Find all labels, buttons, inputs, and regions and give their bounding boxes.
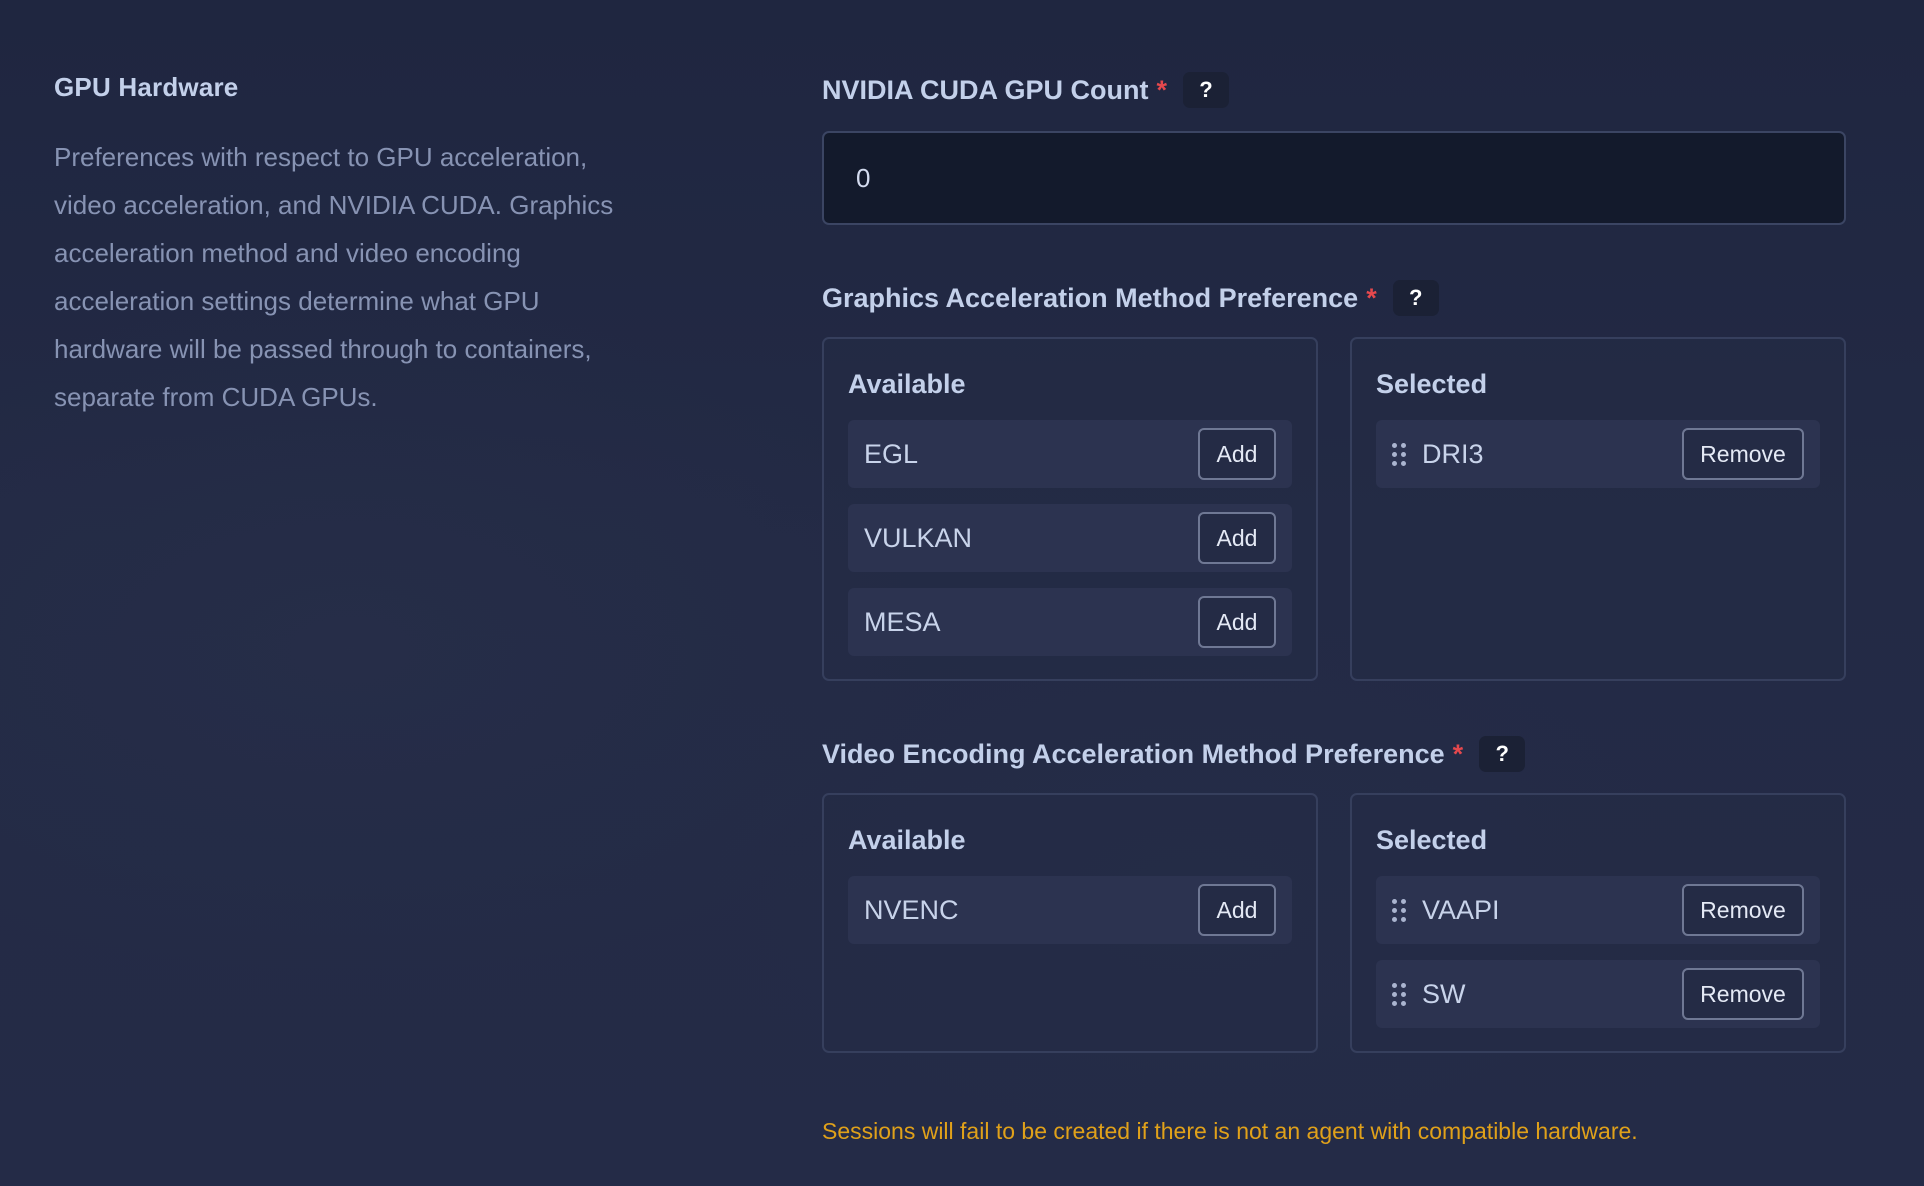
remove-button[interactable]: Remove xyxy=(1682,884,1804,936)
list-item: NVENC Add xyxy=(848,876,1292,944)
section-description: Preferences with respect to GPU accelera… xyxy=(54,142,614,412)
list-item[interactable]: SW Remove xyxy=(1376,960,1820,1028)
gpu-hardware-settings: GPU Hardware Preferences with respect to… xyxy=(0,0,1924,1186)
selected-title: Selected xyxy=(1376,825,1488,855)
available-title: Available xyxy=(848,825,966,855)
remove-button[interactable]: Remove xyxy=(1682,968,1804,1020)
graphics-selected-list: Selected DRI3 Remove xyxy=(1350,337,1846,681)
cuda-gpu-count-input[interactable] xyxy=(822,131,1846,225)
cuda-gpu-count-label: NVIDIA CUDA GPU Count * ? xyxy=(822,72,1229,108)
drag-handle-icon[interactable] xyxy=(1392,982,1406,1006)
video-encoding-label: Video Encoding Acceleration Method Prefe… xyxy=(822,736,1526,772)
add-button[interactable]: Add xyxy=(1198,884,1276,936)
graphics-acceleration-label: Graphics Acceleration Method Preference … xyxy=(822,280,1439,316)
list-item[interactable]: DRI3 Remove xyxy=(1376,420,1820,488)
required-mark: * xyxy=(1156,74,1167,105)
list-item: MESA Add xyxy=(848,588,1292,656)
list-item: VULKAN Add xyxy=(848,504,1292,572)
add-button[interactable]: Add xyxy=(1198,512,1276,564)
video-encoding-label-text: Video Encoding Acceleration Method Prefe… xyxy=(822,738,1445,769)
help-icon[interactable]: ? xyxy=(1479,736,1526,772)
help-icon[interactable]: ? xyxy=(1183,72,1229,108)
list-item-label: VULKAN xyxy=(864,522,973,553)
add-button[interactable]: Add xyxy=(1198,428,1276,480)
selected-title: Selected xyxy=(1376,369,1488,399)
required-mark: * xyxy=(1366,282,1377,313)
required-mark: * xyxy=(1452,738,1464,769)
list-item: EGL Add xyxy=(848,420,1292,488)
section-info: GPU Hardware Preferences with respect to… xyxy=(54,72,654,421)
graphics-available-list: Available EGL Add VULKAN Add MESA Add xyxy=(822,337,1318,681)
section-title: GPU Hardware xyxy=(54,72,239,102)
add-button[interactable]: Add xyxy=(1198,596,1276,648)
available-title: Available xyxy=(848,369,966,399)
graphics-acceleration-label-text: Graphics Acceleration Method Preference xyxy=(822,282,1359,313)
list-item-label: NVENC xyxy=(864,894,959,925)
video-selected-list: Selected VAAPI Remove SW Remove xyxy=(1350,793,1846,1053)
list-item[interactable]: VAAPI Remove xyxy=(1376,876,1820,944)
compatibility-warning: Sessions will fail to be created if ther… xyxy=(822,1118,1638,1144)
list-item-label: MESA xyxy=(864,606,941,637)
list-item-label: EGL xyxy=(864,438,919,469)
list-item-label: SW xyxy=(1422,978,1466,1009)
drag-handle-icon[interactable] xyxy=(1392,442,1406,466)
list-item-label: VAAPI xyxy=(1422,894,1500,925)
drag-handle-icon[interactable] xyxy=(1392,898,1406,922)
help-icon[interactable]: ? xyxy=(1392,280,1439,316)
remove-button[interactable]: Remove xyxy=(1682,428,1804,480)
list-item-label: DRI3 xyxy=(1422,438,1484,469)
video-available-list: Available NVENC Add xyxy=(822,793,1318,1053)
cuda-gpu-count-label-text: NVIDIA CUDA GPU Count xyxy=(822,74,1149,105)
